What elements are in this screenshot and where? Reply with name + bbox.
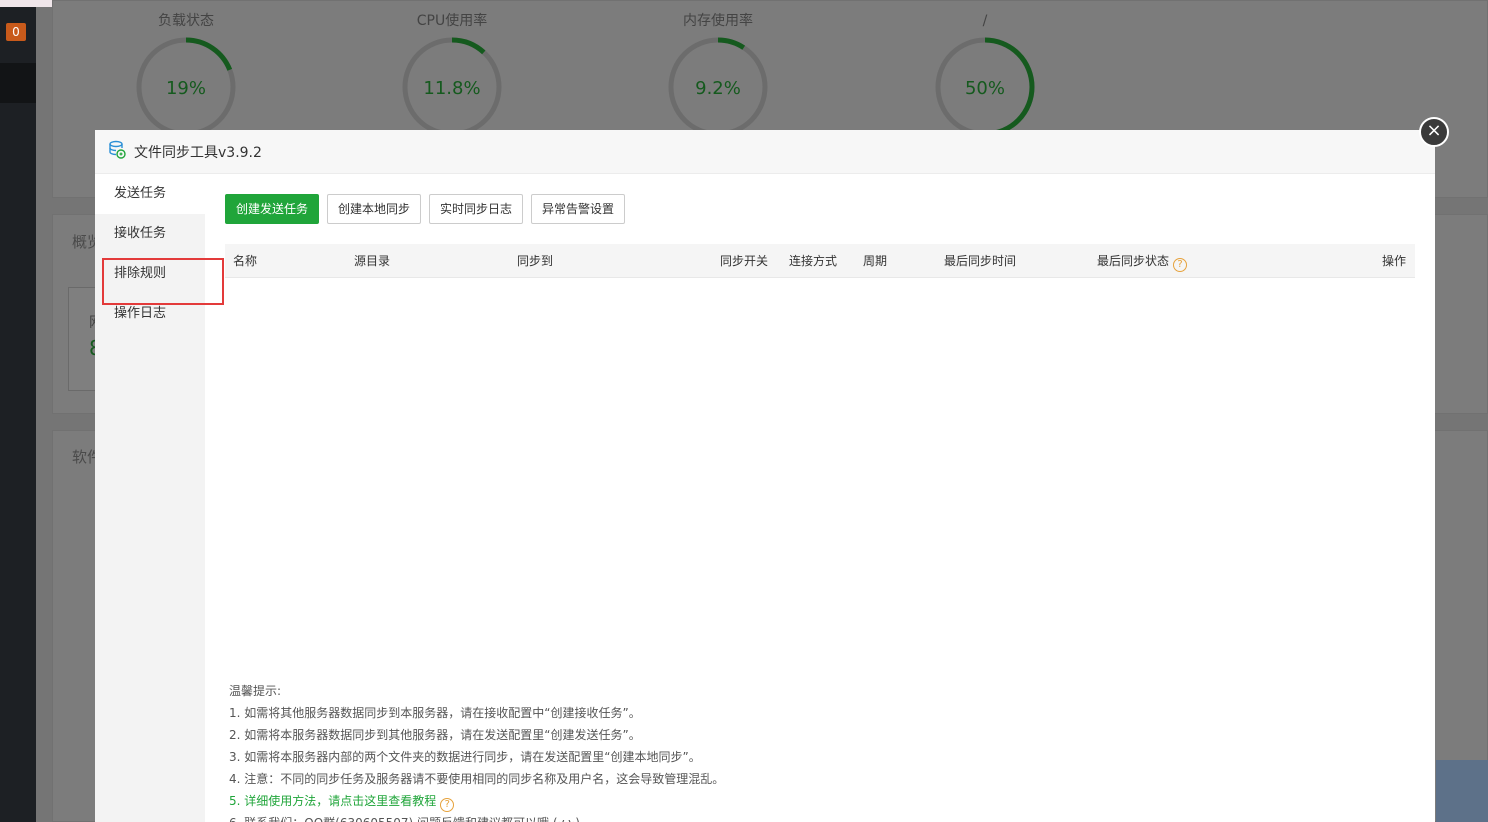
gauge-value: 50%: [964, 78, 1005, 99]
chart-fragment: [1436, 760, 1488, 822]
col-sync-switch: 同步开关: [720, 254, 769, 268]
sidebar-active-item[interactable]: [0, 63, 36, 103]
dialog-title: 文件同步工具v3.9.2: [134, 144, 262, 161]
tip-line: 3. 如需将本服务器内部的两个文件夹的数据进行同步，请在发送配置里“创建本地同步…: [229, 750, 701, 764]
help-icon[interactable]: ?: [440, 798, 455, 812]
tip-line-tutorial: 5. 详细使用方法，请点击这里查看教程?: [229, 790, 1329, 812]
gauge-value: 9.2%: [695, 78, 741, 99]
col-source: 源目录: [354, 254, 391, 268]
gauge-load[interactable]: 负载状态 19%: [131, 12, 241, 144]
file-sync-dialog: 文件同步工具v3.9.2 发送任务 接收任务 排除规则 操作日志 创建发送任务 …: [95, 130, 1435, 822]
col-actions: 操作: [1382, 254, 1407, 268]
menu-send-tasks[interactable]: 发送任务: [95, 174, 205, 214]
exclude-rules-highlight: [102, 258, 224, 305]
create-local-sync-button[interactable]: 创建本地同步: [327, 194, 422, 224]
notification-badge[interactable]: 0: [6, 23, 26, 41]
gauge-title: 负载状态: [158, 13, 214, 29]
realtime-sync-log-button[interactable]: 实时同步日志: [429, 194, 524, 224]
col-connection: 连接方式: [789, 254, 838, 268]
tip-line: 4. 注意：不同的同步任务及服务器请不要使用相同的同步名称及用户名，这会导致管理…: [229, 772, 725, 786]
col-period: 周期: [863, 254, 888, 268]
tip-line: 2. 如需将本服务器数据同步到其他服务器，请在发送配置里“创建发送任务”。: [229, 728, 641, 742]
col-last-sync-status: 最后同步状态?: [1097, 244, 1188, 278]
database-sync-icon: [108, 140, 126, 164]
dialog-header: 文件同步工具v3.9.2: [95, 130, 1435, 174]
gauge-title: CPU使用率: [416, 13, 488, 29]
col-last-sync-time: 最后同步时间: [944, 254, 1017, 268]
gauge-memory[interactable]: 内存使用率 9.2%: [663, 12, 773, 144]
gauge-value: 19%: [165, 78, 206, 99]
gauge-title: /: [982, 13, 988, 29]
tutorial-link[interactable]: 5. 详细使用方法，请点击这里查看教程: [229, 794, 436, 808]
close-icon[interactable]: ×: [1419, 117, 1449, 147]
task-table-header: 名称 源目录 同步到 同步开关 连接方式 周期 最后同步时间 最后同步状态? 操…: [225, 244, 1415, 278]
col-name: 名称: [233, 254, 258, 268]
alert-settings-button[interactable]: 异常告警设置: [531, 194, 626, 224]
create-send-task-button[interactable]: 创建发送任务: [225, 194, 320, 224]
tip-line-contact: 6. 联系我们：QQ群(630605507) 问题反馈和建议都可以哦 (·ω·): [229, 812, 1329, 822]
app-sidebar: 0: [0, 7, 36, 822]
tips-section: 温馨提示: 1. 如需将其他服务器数据同步到本服务器，请在接收配置中“创建接收任…: [229, 680, 1329, 822]
tips-title: 温馨提示:: [229, 684, 282, 698]
dialog-body: 创建发送任务 创建本地同步 实时同步日志 异常告警设置 名称 源目录 同步到 同…: [225, 194, 1415, 278]
tip-line: 1. 如需将其他服务器数据同步到本服务器，请在接收配置中“创建接收任务”。: [229, 706, 641, 720]
menu-receive-tasks[interactable]: 接收任务: [95, 214, 205, 254]
gauge-disk-root[interactable]: / 50%: [930, 12, 1040, 144]
gauge-value: 11.8%: [423, 78, 481, 99]
col-sync-to: 同步到: [517, 254, 554, 268]
gauge-cpu[interactable]: CPU使用率 11.8%: [397, 12, 507, 144]
toolbar: 创建发送任务 创建本地同步 实时同步日志 异常告警设置: [225, 194, 1415, 224]
help-icon[interactable]: ?: [1173, 258, 1188, 272]
col-last-sync-status-label: 最后同步状态: [1097, 254, 1170, 268]
gauge-title: 内存使用率: [683, 13, 753, 29]
